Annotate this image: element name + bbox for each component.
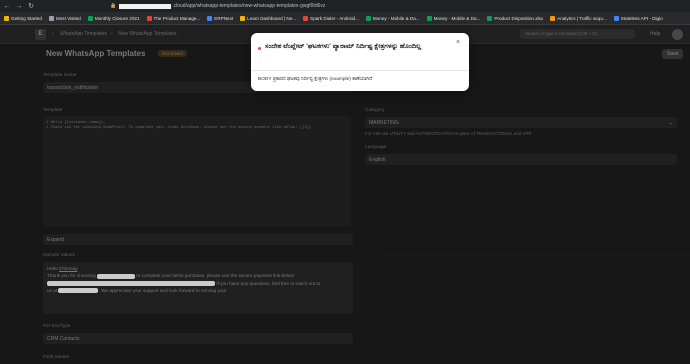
bookmark-item[interactable]: Spark Dialer - Android...: [303, 15, 359, 21]
redacted-text: [58, 288, 99, 294]
bookmark-label: Spark Dialer - Android...: [310, 15, 359, 21]
url-text: .cloud/app/whatsapp-templates/new-whatsa…: [172, 3, 326, 9]
reload-icon[interactable]: ↻: [26, 1, 36, 11]
breadcrumb-new-template[interactable]: New WhatsApp Templates: [118, 31, 177, 37]
bookmark-item[interactable]: ERPNext: [207, 15, 234, 21]
address-bar[interactable]: 🔒 .cloud/app/whatsapp-templates/new-what…: [110, 2, 670, 10]
bookmark-favicon-icon: [550, 15, 556, 21]
redacted-text: [47, 281, 215, 287]
bookmark-item[interactable]: Most Visited: [48, 15, 81, 21]
dialog-message: BODY ಪ್ರಕಾರದ ಘಟಕವು ನಿರ್ದಿಷ್ಟ ಕ್ಷೇತ್ರಗಳು …: [258, 77, 373, 82]
bookmark-label: Money - Mobile & Da...: [433, 15, 481, 21]
breadcrumb-chevron: ›: [52, 31, 54, 37]
field-names-label: Field names: [43, 355, 70, 360]
status-badge: Not Saved: [158, 50, 188, 57]
language-field[interactable]: English: [365, 154, 677, 165]
bookmark-favicon-icon: [426, 15, 432, 21]
sample-line: Thank you for choosing to complete your …: [47, 273, 296, 279]
bookmark-label: Money - Mobile & Da...: [372, 15, 420, 21]
category-help-text: For VIN use UTILITY and AUTHENTICATION i…: [365, 131, 533, 136]
bookmark-favicon-icon: [146, 15, 152, 21]
redacted-text: [97, 273, 136, 279]
bookmark-item[interactable]: The Product Manage...: [146, 15, 201, 21]
sample-values-label: Sample Values: [43, 253, 75, 258]
bookmark-label: Stateless API - Digio: [620, 15, 663, 21]
expand-button[interactable]: Expand: [43, 234, 353, 245]
error-indicator-dot: [258, 47, 261, 50]
bookmark-favicon-icon: [87, 15, 93, 21]
sample-line: us at . We appreciate your support and l…: [47, 288, 227, 294]
bookmark-item[interactable]: Getting Started: [4, 15, 42, 21]
error-dialog: ಸಂದೇಶ ಟೆಂಪ್ಲೇಟ್ 'ಘಟಕಗಳು' ಪ್ಯಾರಾಮ್ ನಿರ್ದಿ…: [251, 33, 469, 91]
bookmarks-bar: Getting Started Most Visited Monthly Closu…: [0, 12, 690, 25]
bookmark-favicon-icon: [240, 15, 246, 21]
help-menu[interactable]: Help: [650, 31, 660, 37]
bookmark-favicon-icon: [207, 15, 213, 21]
category-label: Category: [365, 108, 385, 113]
bookmark-label: Analytics | Traffic acqu...: [557, 15, 607, 21]
bookmark-label: The Product Manage...: [153, 15, 201, 21]
bookmark-item[interactable]: Learn Dashboard | Ne...: [240, 15, 297, 21]
browser-toolbar: ← → ↻ 🔒 .cloud/app/whatsapp-templates/ne…: [0, 0, 690, 12]
save-button[interactable]: Save: [662, 49, 684, 59]
bookmark-label: Learn Dashboard | Ne...: [247, 15, 297, 21]
sample-name: Chinmay: [59, 266, 78, 271]
bookmark-favicon-icon: [487, 15, 493, 21]
divider: [251, 70, 469, 71]
app-logo[interactable]: E: [35, 29, 46, 40]
lock-icon: 🔒: [110, 3, 117, 9]
breadcrumb-whatsapp-templates[interactable]: WhatsApp Templates: [60, 31, 107, 37]
language-label: Language: [365, 145, 387, 150]
forward-icon[interactable]: →: [14, 1, 24, 11]
back-icon[interactable]: ←: [2, 1, 12, 11]
chevron-down-icon: ⌄: [668, 119, 673, 126]
for-doctype-label: For DocType: [43, 324, 71, 329]
category-value: MARKETING: [369, 119, 399, 126]
search-input[interactable]: Search or type a command (Ctrl + G): [520, 29, 635, 39]
template-name-label: Template Name: [43, 73, 77, 78]
sample-line: Hello Chinmay,: [47, 266, 79, 271]
close-icon[interactable]: ×: [456, 39, 460, 46]
page-title: New WhatsApp Templates: [46, 49, 146, 58]
category-select[interactable]: MARKETING ⌄: [365, 117, 677, 128]
code-line: 2 Thank you for choosing RoboPrint! To c…: [46, 124, 312, 129]
bookmark-favicon-icon: [303, 15, 309, 21]
bookmark-label: Product Disposition.xlsx: [494, 15, 544, 21]
template-code-editor[interactable]: 1 Hello {{customer_name}}, 2 Thank you f…: [43, 116, 351, 226]
bookmark-favicon-icon: [48, 15, 54, 21]
bookmark-favicon-icon: [4, 15, 9, 21]
bookmark-item[interactable]: Product Disposition.xlsx: [487, 15, 544, 21]
redacted-domain: [119, 3, 172, 9]
dialog-title: ಸಂದೇಶ ಟೆಂಪ್ಲೇಟ್ 'ಘಟಕಗಳು' ಪ್ಯಾರಾಮ್ ನಿರ್ದಿ…: [265, 43, 422, 50]
bookmark-favicon-icon: [613, 15, 619, 21]
bookmark-label: Getting Started: [11, 15, 42, 21]
bookmark-item[interactable]: Money - Mobile & Da...: [426, 15, 481, 21]
sample-values-field[interactable]: Hello Chinmay, Thank you for choosing to…: [43, 262, 353, 314]
bookmark-favicon-icon: [365, 15, 371, 21]
bookmark-item[interactable]: Stateless API - Digio: [613, 15, 663, 21]
sample-line: If you have any questions, feel free to …: [47, 280, 349, 287]
bookmark-label: ERPNext: [214, 15, 234, 21]
template-form: Template Name transaction_notification T…: [40, 66, 685, 364]
bookmark-item[interactable]: Money - Mobile & Da...: [365, 15, 420, 21]
bookmark-item[interactable]: Analytics | Traffic acqu...: [550, 15, 607, 21]
template-label: Template: [43, 108, 63, 113]
avatar[interactable]: [672, 29, 683, 40]
breadcrumb-chevron: ›: [111, 31, 113, 37]
bookmark-label: Most Visited: [55, 15, 81, 21]
for-doctype-field[interactable]: CRM Contacts: [43, 333, 353, 344]
bookmark-item[interactable]: Monthly Closure 2021: [87, 15, 140, 21]
bookmark-label: Monthly Closure 2021: [94, 15, 140, 21]
